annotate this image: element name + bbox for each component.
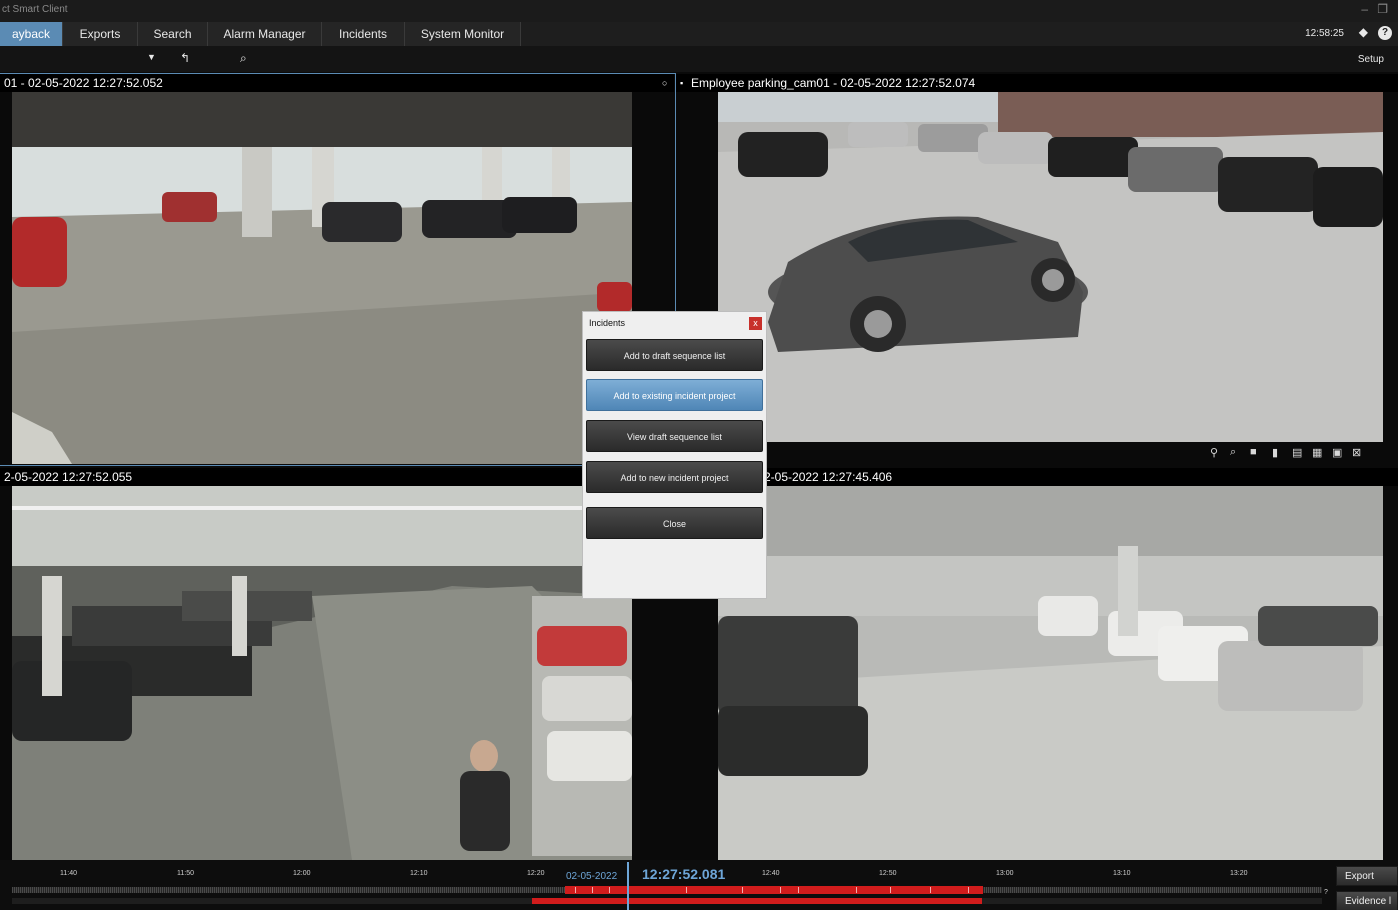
- camera-view-bottom-right[interactable]: [718, 486, 1383, 860]
- tab-incidents[interactable]: Incidents: [322, 22, 405, 46]
- close-button[interactable]: Close: [586, 507, 763, 539]
- tick-label: 12:10: [410, 870, 428, 877]
- camera-title: 2-05-2022 12:27:52.055: [4, 470, 133, 484]
- tab-playback[interactable]: ayback: [0, 22, 63, 46]
- motion-marker: [742, 887, 743, 893]
- minimize-icon[interactable]: –: [1361, 2, 1368, 16]
- camera-header-top-right: ▪ Employee parking_cam01 - 02-05-2022 12…: [676, 74, 1398, 92]
- tick-label: 12:00: [293, 870, 311, 877]
- search-sequence-icon[interactable]: ⌕: [1230, 446, 1236, 459]
- evidence-lock-button[interactable]: Evidence l: [1336, 891, 1398, 910]
- motion-marker: [798, 887, 799, 893]
- tick-label: 13:00: [996, 870, 1014, 877]
- undo-icon[interactable]: ↰: [180, 51, 190, 65]
- motion-marker: [856, 887, 857, 893]
- add-to-draft-sequence-button[interactable]: Add to draft sequence list: [586, 339, 763, 371]
- tab-exports[interactable]: Exports: [63, 22, 138, 46]
- outdoor-parking-video: [718, 92, 1383, 442]
- camera-header-top-left: 01 - 02-05-2022 12:27:52.052 ○: [0, 74, 674, 92]
- motion-marker: [686, 887, 687, 893]
- save-icon[interactable]: ▤: [1292, 446, 1302, 459]
- motion-marker: [930, 887, 931, 893]
- window-title: ct Smart Client: [2, 4, 68, 15]
- parking-garage-video: [12, 92, 632, 464]
- bookmark-icon[interactable]: ▮: [1272, 446, 1278, 459]
- indoor-parking-video: [12, 486, 632, 860]
- recording-segment: [532, 898, 982, 904]
- fullscreen-icon[interactable]: ⊠: [1352, 446, 1361, 459]
- tab-search[interactable]: Search: [138, 22, 208, 46]
- status-dot-icon: ○: [662, 78, 668, 88]
- motion-marker: [592, 887, 593, 893]
- search-sequence-icon[interactable]: ⌕: [240, 51, 247, 66]
- restore-icon[interactable]: ❐: [1377, 2, 1388, 16]
- camera-view-top-left[interactable]: [12, 92, 632, 464]
- timeline[interactable]: 11:40 11:50 12:00 12:10 12:20 12:40 12:5…: [0, 860, 1398, 910]
- motion-marker: [780, 887, 781, 893]
- camera-header-bottom-left: 2-05-2022 12:27:52.055: [0, 468, 674, 486]
- tick-label: 13:20: [1230, 870, 1248, 877]
- camera-icon[interactable]: ■: [1250, 446, 1257, 458]
- timeline-date: 02-05-2022: [566, 871, 618, 882]
- timeline-time: 12:27:52.081: [642, 866, 726, 882]
- export-button[interactable]: Export: [1336, 866, 1398, 886]
- tick-label: 11:40: [60, 870, 77, 877]
- camera-title: Employee parking_cam01 - 02-05-2022 12:2…: [691, 76, 976, 90]
- tick-label: 12:50: [879, 870, 897, 877]
- tick-label: 13:10: [1113, 870, 1131, 877]
- playhead[interactable]: [627, 862, 629, 910]
- tab-alarm-manager[interactable]: Alarm Manager: [208, 22, 322, 46]
- motion-marker: [890, 887, 891, 893]
- close-icon[interactable]: x: [749, 317, 762, 330]
- motion-marker: [609, 887, 610, 893]
- incidents-dialog: Incidents x Add to draft sequence list A…: [582, 311, 767, 599]
- camera-view-bottom-left[interactable]: [12, 486, 632, 860]
- chevron-down-icon[interactable]: ▼: [147, 52, 156, 62]
- indoor-parking-video: [718, 486, 1383, 860]
- add-to-new-incident-button[interactable]: Add to new incident project: [586, 461, 763, 493]
- clock: 12:58:25: [1305, 28, 1344, 39]
- view-draft-sequence-button[interactable]: View draft sequence list: [586, 420, 763, 452]
- motion-marker: [968, 887, 969, 893]
- camera-title: 01 - 02-05-2022 12:27:52.052: [4, 76, 163, 90]
- tab-bar: ayback Exports Search Alarm Manager Inci…: [0, 22, 1398, 46]
- tick-label: 12:20: [527, 870, 545, 877]
- title-bar: ct Smart Client – ❐: [0, 0, 1398, 22]
- help-marker[interactable]: ?: [1324, 889, 1328, 896]
- toolbar: ▼ ↰ ⌕ Setup: [0, 46, 1398, 72]
- camera-title: 2-05-2022 12:27:45.406: [764, 470, 893, 484]
- clipboard-icon[interactable]: ▣: [1332, 446, 1342, 459]
- camera-view-top-right[interactable]: [718, 92, 1383, 442]
- tick-label: 12:40: [762, 870, 780, 877]
- camera-toolbar: ⚲ ⌕ ■ ▮ ▤ ▦ ▣ ⊠: [1208, 446, 1380, 462]
- flag-icon: ▪: [680, 78, 684, 88]
- print-icon[interactable]: ▦: [1312, 446, 1322, 459]
- motion-marker: [575, 887, 576, 893]
- setup-button[interactable]: Setup: [1358, 54, 1384, 65]
- help-icon[interactable]: ?: [1378, 26, 1392, 40]
- ptz-icon[interactable]: ⚲: [1210, 446, 1218, 459]
- tick-label: 11:50: [177, 870, 194, 877]
- tab-system-monitor[interactable]: System Monitor: [405, 22, 521, 46]
- camera-header-bottom-right: 2-05-2022 12:27:45.406: [676, 468, 1398, 486]
- lock-icon[interactable]: ◆: [1359, 25, 1368, 39]
- add-to-existing-incident-button[interactable]: Add to existing incident project: [586, 379, 763, 411]
- dialog-title: Incidents: [589, 318, 626, 328]
